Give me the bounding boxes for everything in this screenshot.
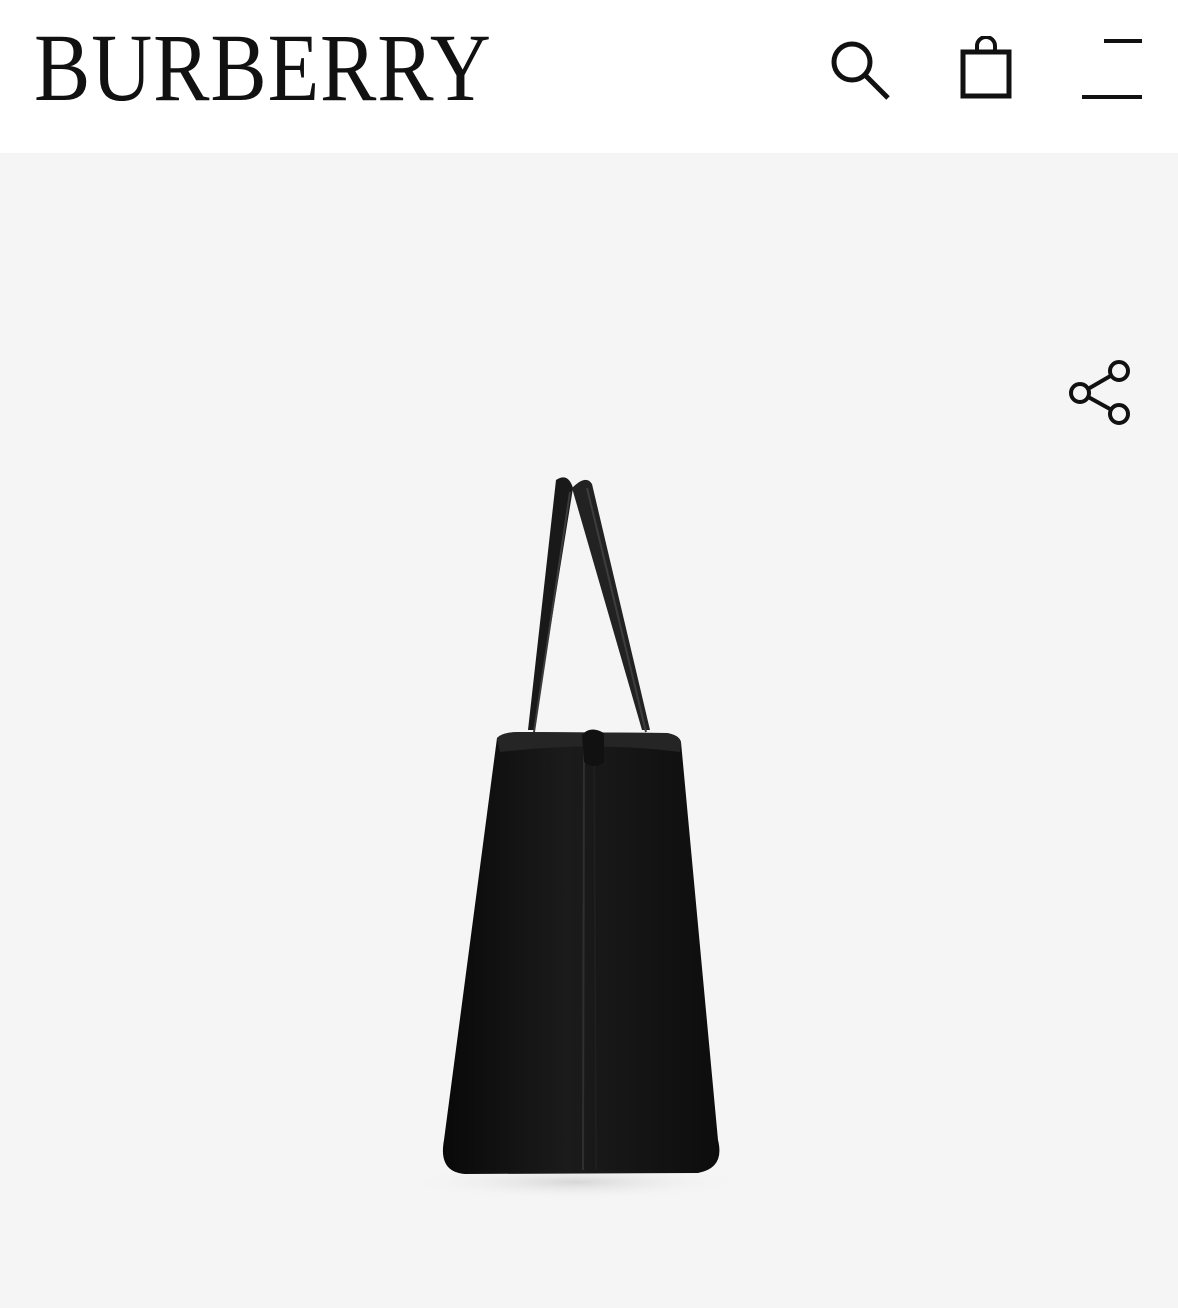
menu-button[interactable] (1080, 36, 1144, 104)
share-button[interactable] (1066, 356, 1136, 430)
product-image[interactable] (380, 470, 780, 1210)
menu-icon (1082, 39, 1142, 99)
product-page: BURBERRY (0, 0, 1178, 1308)
burberry-logo[interactable]: BURBERRY (34, 20, 492, 116)
shopping-bag-button[interactable] (954, 35, 1018, 104)
search-button[interactable] (826, 36, 894, 104)
site-header: BURBERRY (0, 0, 1178, 153)
search-icon (831, 41, 890, 100)
shopping-bag-icon (960, 35, 1012, 99)
share-icon (1069, 360, 1130, 425)
